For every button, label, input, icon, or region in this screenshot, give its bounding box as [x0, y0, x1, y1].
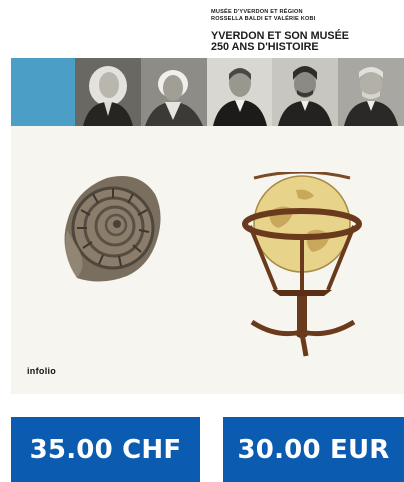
cover-authors: MUSÉE D'YVERDON ET RÉGION ROSSELLA BALDI…: [211, 9, 316, 22]
portrait-3: [206, 58, 273, 126]
cover-header: MUSÉE D'YVERDON ET RÉGION ROSSELLA BALDI…: [11, 0, 404, 58]
book-title-line1: YVERDON ET SON MUSÉE: [211, 30, 349, 42]
publisher-logo: infolio: [27, 366, 57, 376]
portrait-4: [272, 58, 339, 126]
blue-accent-block: [11, 58, 75, 126]
price-chf-button[interactable]: 35.00 CHF: [11, 417, 200, 482]
price-eur-label: 30.00 EUR: [237, 434, 390, 465]
book-title-line2: 250 ANS D'HISTOIRE: [211, 40, 319, 53]
portrait-5: [338, 58, 404, 126]
price-eur-button[interactable]: 30.00 EUR: [223, 417, 404, 482]
portrait-strip: [11, 58, 404, 126]
price-chf-label: 35.00 CHF: [29, 434, 182, 465]
ammonite-fossil-image: [57, 170, 167, 295]
portrait-2: [140, 58, 207, 126]
book-title: YVERDON ET SON MUSÉE 250 ANS D'HISTOIRE: [211, 31, 349, 52]
museum-name: MUSÉE D'YVERDON ET RÉGION: [211, 9, 303, 15]
terrestrial-globe-image: [236, 170, 368, 367]
author-names: ROSSELLA BALDI ET VALÉRIE KOBI: [211, 15, 316, 22]
portrait-1: [75, 58, 141, 126]
book-cover: MUSÉE D'YVERDON ET RÉGION ROSSELLA BALDI…: [11, 0, 404, 394]
